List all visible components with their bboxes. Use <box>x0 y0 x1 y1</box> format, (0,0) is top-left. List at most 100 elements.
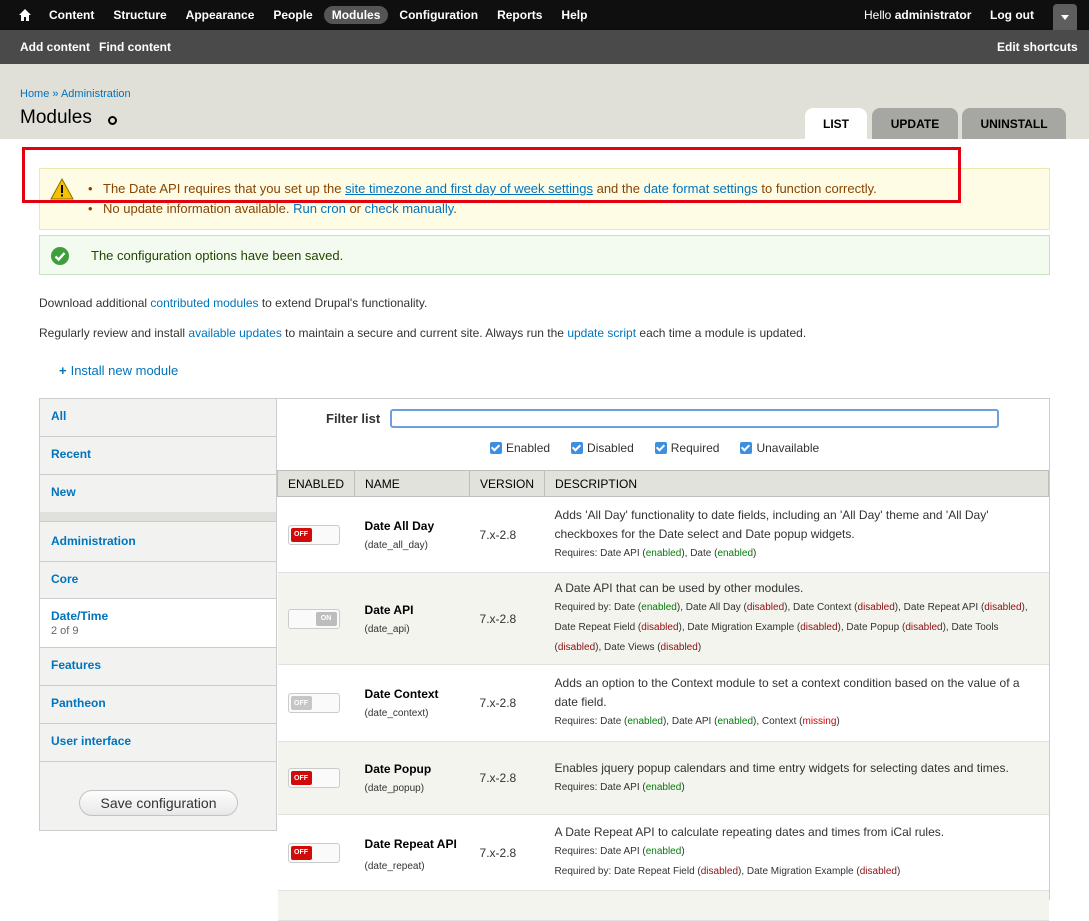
run-cron-link[interactable]: Run cron <box>293 201 346 216</box>
toolbar-structure[interactable]: Structure <box>113 8 166 22</box>
vtab-label: Date/Time <box>51 609 109 623</box>
module-toggle-date-all-day[interactable]: OFF <box>287 524 340 545</box>
toolbar-help[interactable]: Help <box>561 8 587 22</box>
enabled-cell: OFF <box>277 741 355 815</box>
table-row: ON Date API (date_api) 7.x-2.8 A Date AP… <box>277 572 1049 665</box>
filter-enabled-checkbox[interactable]: Enabled <box>490 441 550 455</box>
description-cell: A Date API that can be used by other mod… <box>544 572 1049 665</box>
name-cell: Date Popup (date_popup) <box>354 741 470 815</box>
modules-table: ENABLED NAME VERSION DESCRIPTION OFF Dat… <box>276 470 1049 921</box>
vtab-new[interactable]: New <box>40 475 276 513</box>
toolbar-people[interactable]: People <box>273 8 312 22</box>
name-cell: Date All Day (date_all_day) <box>354 496 470 573</box>
requirements-label: Required by: <box>554 602 612 613</box>
vtab-separator <box>40 512 276 522</box>
shortcut-find-content[interactable]: Find content <box>99 40 171 54</box>
install-label: Install new module <box>70 363 179 378</box>
module-version: 7.x-2.8 <box>469 496 545 573</box>
module-requirements: Requires: Date (enabled), Date API (enab… <box>554 716 840 727</box>
filter-required-checkbox[interactable]: Required <box>654 441 719 455</box>
plus-icon: + <box>59 363 67 378</box>
module-machine-name: (date_context) <box>364 708 429 719</box>
logout-link[interactable]: Log out <box>990 0 1034 30</box>
status-text: The configuration options have been save… <box>91 248 344 263</box>
save-configuration-button[interactable]: Save configuration <box>79 790 238 816</box>
module-description: A Date Repeat API to calculate repeating… <box>554 825 945 839</box>
vtab-datetime[interactable]: Date/Time 2 of 9 <box>40 599 276 648</box>
shortcut-add-icon[interactable] <box>108 116 117 125</box>
module-requirements: Requires: Date API (enabled) <box>554 781 685 793</box>
shortcuts-drawer-toggle[interactable] <box>1053 4 1077 30</box>
filter-input[interactable] <box>390 409 999 428</box>
module-name: Date Context <box>364 687 439 701</box>
module-version: 7.x-2.8 <box>469 814 545 891</box>
tab-update[interactable]: Update <box>872 108 958 139</box>
filter-unavailable-checkbox[interactable]: Unavailable <box>740 441 819 455</box>
module-version: 7.x-2.8 <box>469 741 545 815</box>
toolbar-modules[interactable]: Modules <box>323 6 389 24</box>
checkbox-checked-icon <box>490 442 502 454</box>
name-cell: Date API (date_api) <box>354 572 470 665</box>
warning-text: or <box>349 201 362 216</box>
table-row: OFF Date Popup (date_popup) 7.x-2.8 Enab… <box>277 741 1049 815</box>
column-header-name: NAME <box>354 470 471 497</box>
vtab-core[interactable]: Core <box>40 562 276 599</box>
available-updates-link[interactable]: available updates <box>188 326 281 340</box>
install-new-module-link[interactable]: + Install new module <box>59 363 178 378</box>
vtab-pantheon[interactable]: Pantheon <box>40 686 276 724</box>
module-name: Date All Day <box>364 518 435 533</box>
edit-shortcuts-link[interactable]: Edit shortcuts <box>997 40 1078 54</box>
vtab-all[interactable]: All <box>40 399 276 437</box>
toggle-knob: OFF <box>290 845 312 860</box>
check-manually-link[interactable]: check manually <box>365 201 454 216</box>
intro-text: Download additional <box>39 296 148 310</box>
vtab-summary: 2 of 9 <box>51 625 79 637</box>
enabled-cell: ON <box>277 572 355 665</box>
module-toggle-date-popup[interactable]: OFF <box>287 768 340 788</box>
username-link[interactable]: administrator <box>895 8 972 22</box>
chevron-down-icon <box>1061 15 1069 20</box>
module-requirements: Requires: Date API (enabled), Date (enab… <box>554 547 757 559</box>
update-script-link[interactable]: update script <box>567 326 636 340</box>
toolbar-reports[interactable]: Reports <box>497 8 542 22</box>
home-icon[interactable] <box>18 8 32 22</box>
user-greeting: Hello administrator <box>864 0 971 30</box>
tab-list[interactable]: List <box>805 108 867 139</box>
status-message: The configuration options have been save… <box>39 235 1050 275</box>
required-by-label: Required by: <box>554 866 612 877</box>
filter-disabled-checkbox[interactable]: Disabled <box>571 441 634 455</box>
enabled-cell: OFF <box>277 496 355 573</box>
vtab-label: Features <box>51 658 102 672</box>
vtab-label: Administration <box>51 534 136 548</box>
vtab-features[interactable]: Features <box>40 648 276 686</box>
toolbar-appearance[interactable]: Appearance <box>186 8 255 22</box>
admin-toolbar: Content Structure Appearance People Modu… <box>0 0 1089 30</box>
table-header-row: ENABLED NAME VERSION DESCRIPTION <box>276 470 1049 497</box>
description-cell: Adds an option to the Context module to … <box>544 664 1049 742</box>
module-machine-name: (date_repeat) <box>364 860 425 872</box>
shortcut-add-content[interactable]: Add content <box>20 40 90 54</box>
table-row: OFF Date Context (date_context) 7.x-2.8 … <box>277 664 1049 742</box>
toolbar-menu: Content Structure Appearance People Modu… <box>0 0 606 30</box>
vtab-user-interface[interactable]: User interface <box>40 724 276 762</box>
toolbar-content[interactable]: Content <box>49 8 94 22</box>
module-machine-name: (date_api) <box>364 623 410 635</box>
tab-uninstall[interactable]: Uninstall <box>962 108 1066 139</box>
greeting-text: Hello <box>864 8 892 22</box>
contributed-modules-link[interactable]: contributed modules <box>150 296 258 310</box>
toolbar-configuration[interactable]: Configuration <box>399 8 478 22</box>
breadcrumb[interactable]: Home » Administration <box>20 88 131 100</box>
highlight-box <box>22 147 961 203</box>
enabled-cell: OFF <box>277 664 355 742</box>
checkbox-checked-icon <box>571 442 584 454</box>
table-row <box>277 890 1049 921</box>
page-title: Modules <box>20 107 92 128</box>
vtab-label: Pantheon <box>51 696 106 710</box>
vtab-administration[interactable]: Administration <box>40 523 276 562</box>
module-toggle-date-api[interactable]: ON <box>287 608 340 629</box>
toggle-knob: ON <box>315 611 337 626</box>
module-toggle-date-repeat[interactable]: OFF <box>287 842 340 863</box>
vtab-recent[interactable]: Recent <box>40 437 276 475</box>
module-toggle-date-context[interactable]: OFF <box>287 693 340 713</box>
intro-paragraph-2: Regularly review and install available u… <box>39 326 806 340</box>
